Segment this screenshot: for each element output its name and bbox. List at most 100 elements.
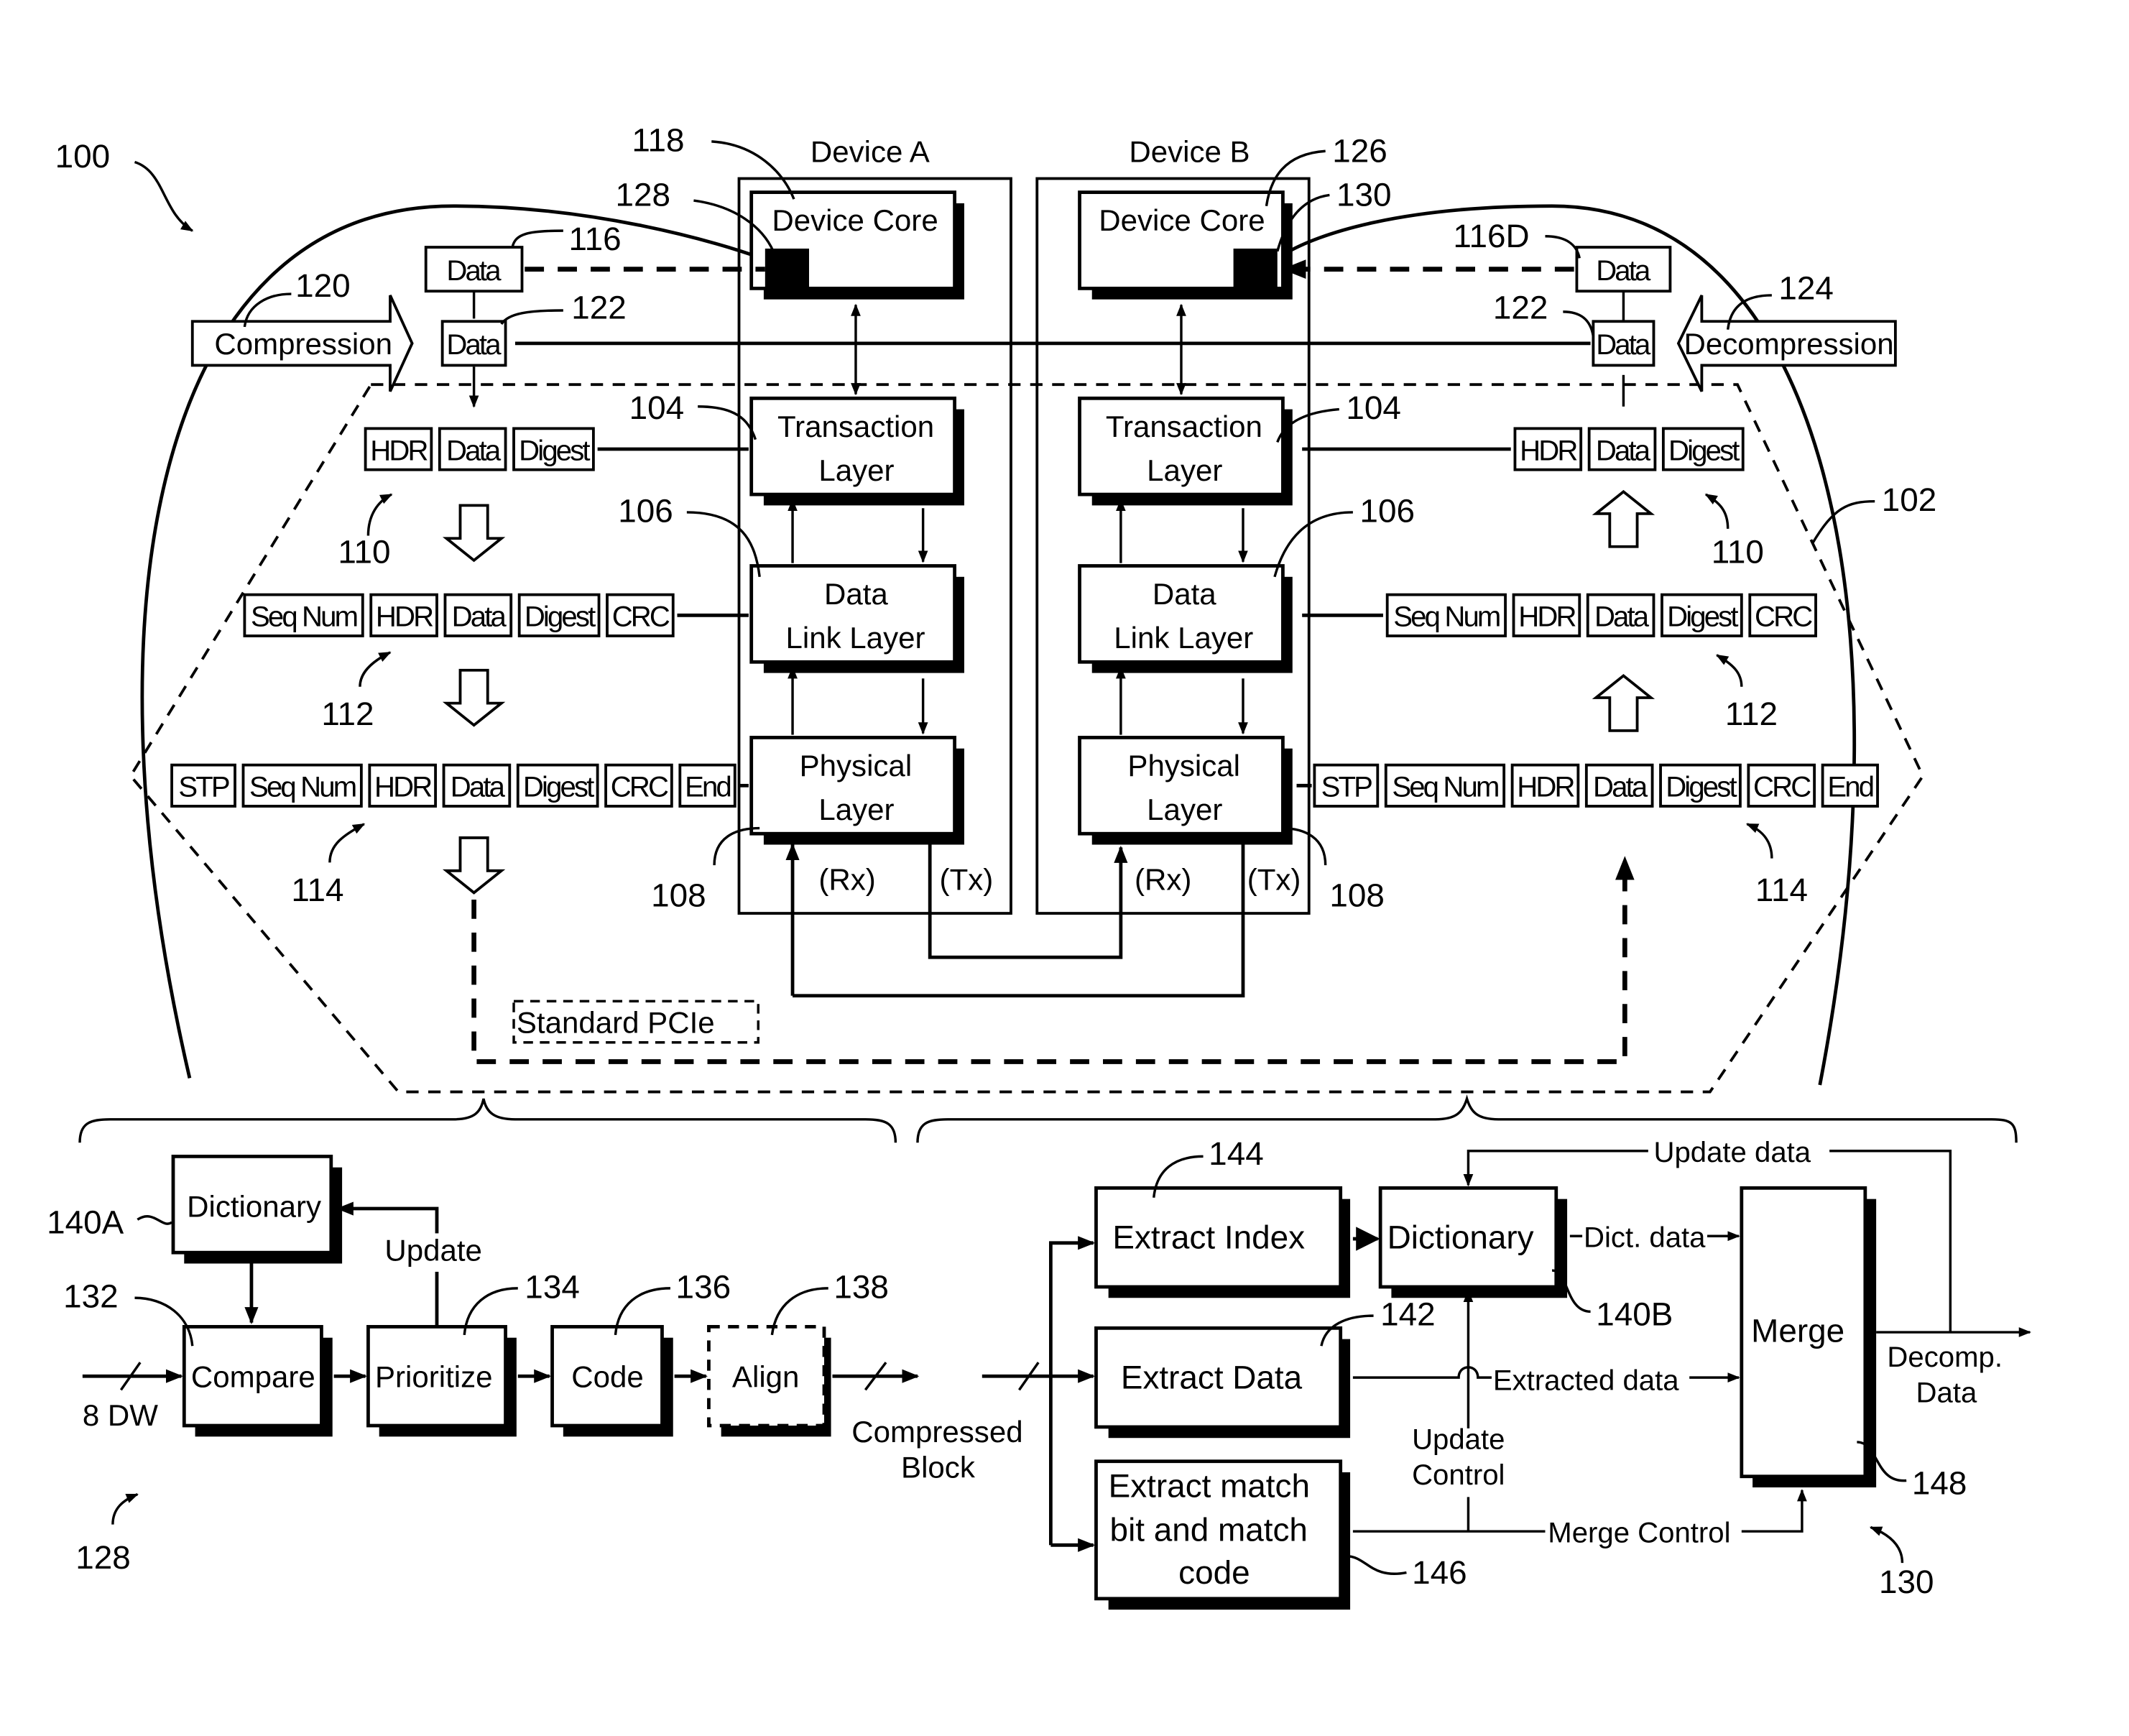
packet-field-hdr: HDR xyxy=(1512,593,1581,637)
ref-106-right: 106 xyxy=(1359,491,1415,529)
svg-text:HDR: HDR xyxy=(1518,601,1576,633)
svg-text:HDR: HDR xyxy=(376,601,433,633)
ref-112-left: 112 xyxy=(321,695,374,732)
ref-100: 100 xyxy=(55,137,111,175)
packet-field-digest: Digest xyxy=(516,763,599,808)
svg-text:Data: Data xyxy=(1594,601,1650,633)
device-core-b: Device Core xyxy=(1078,190,1293,300)
extract-match-block: Extract match bit and match code xyxy=(1094,1459,1351,1610)
svg-text:STP: STP xyxy=(1321,771,1372,803)
packet-field-crc: CRC xyxy=(1748,593,1817,637)
ref-122-right: 122 xyxy=(1493,288,1548,326)
ref-138: 138 xyxy=(833,1268,889,1305)
physical-layer-a: Physical Layer xyxy=(749,736,964,845)
ref-122-left: 122 xyxy=(571,288,627,326)
svg-text:Layer: Layer xyxy=(818,793,894,826)
packet-field-crc: CRC xyxy=(604,763,673,808)
svg-text:STP: STP xyxy=(178,771,229,803)
compressor-dictionary: Dictionary xyxy=(171,1155,343,1264)
packet-field-seq-num: Seq Num xyxy=(243,593,364,637)
prioritize-block: Prioritize xyxy=(366,1325,517,1437)
tx-label-b: (Tx) xyxy=(1247,863,1301,897)
ref-140a: 140A xyxy=(47,1203,124,1240)
transaction-layer-b: Transaction Layer xyxy=(1078,396,1293,506)
svg-text:HDR: HDR xyxy=(374,771,432,803)
svg-text:Dictionary: Dictionary xyxy=(187,1189,321,1223)
compressor-brace xyxy=(78,1098,897,1143)
svg-text:Standard PCIe: Standard PCIe xyxy=(517,1005,715,1039)
svg-text:code: code xyxy=(1178,1553,1250,1591)
ref-136: 136 xyxy=(676,1268,731,1305)
data-link-layer-b: Data Link Layer xyxy=(1078,564,1293,673)
svg-text:End: End xyxy=(685,771,730,803)
packet-field-data: Data xyxy=(443,593,513,637)
packet-field-hdr: HDR xyxy=(369,593,438,637)
update-data-label: Update data xyxy=(1653,1136,1811,1168)
packet-rows: HDR Data Digest HDR Data Digest Seq Num HDR Data… xyxy=(170,427,1879,808)
packet-field-hdr: HDR xyxy=(368,763,437,808)
ref-114-right: 114 xyxy=(1755,871,1808,908)
decompressor-dictionary: Dictionary xyxy=(1378,1186,1568,1298)
svg-text:Extract Data: Extract Data xyxy=(1121,1358,1303,1395)
svg-text:HDR: HDR xyxy=(1520,434,1577,466)
svg-text:Physical: Physical xyxy=(800,749,913,782)
svg-text:Data: Data xyxy=(446,328,502,361)
svg-text:Data: Data xyxy=(1596,434,1651,466)
svg-text:Data: Data xyxy=(446,434,502,466)
pcie-region-outline xyxy=(129,383,1925,1094)
pcie-compression-diagram: 100 102 Device A Device B Device Core De… xyxy=(47,121,2031,1610)
merge-control-label: Merge Control xyxy=(1548,1516,1730,1548)
packet-field-end: End xyxy=(1821,763,1879,808)
ref-134: 134 xyxy=(525,1268,580,1305)
rx-label-b: (Rx) xyxy=(1135,863,1191,897)
align-block: Align xyxy=(707,1325,831,1437)
packet-field-hdr: HDR xyxy=(1513,427,1583,471)
packet-field-digest: Digest xyxy=(512,427,595,471)
update-control-label-1: Update xyxy=(1412,1423,1505,1456)
ref-120: 120 xyxy=(295,267,351,304)
svg-text:Transaction: Transaction xyxy=(777,410,934,443)
packet-field-data: Data xyxy=(1587,427,1657,471)
svg-text:Extract match: Extract match xyxy=(1109,1467,1310,1504)
merge-block: Merge xyxy=(1740,1186,1877,1488)
svg-text:Transaction: Transaction xyxy=(1106,410,1262,443)
svg-text:Seq Num: Seq Num xyxy=(251,601,357,633)
svg-text:Digest: Digest xyxy=(525,601,596,633)
svg-text:Link Layer: Link Layer xyxy=(785,621,925,655)
svg-text:Data: Data xyxy=(1593,771,1648,803)
svg-text:CRC: CRC xyxy=(1753,771,1811,803)
decomp-data-label-2: Data xyxy=(1916,1377,1977,1409)
ref-124: 124 xyxy=(1778,269,1834,307)
packet-field-data: Data xyxy=(1584,763,1654,808)
extract-index-block: Extract Index xyxy=(1094,1186,1351,1298)
svg-text:Device Core: Device Core xyxy=(1099,203,1265,237)
svg-text:Digest: Digest xyxy=(523,771,594,803)
svg-text:End: End xyxy=(1827,771,1872,803)
compare-block: Compare xyxy=(182,1325,333,1437)
svg-text:Dictionary: Dictionary xyxy=(1387,1218,1534,1255)
ref-140b: 140B xyxy=(1596,1295,1673,1332)
packet-field-seq-num: Seq Num xyxy=(241,763,363,808)
ref-142: 142 xyxy=(1380,1295,1436,1332)
ref-108-left: 108 xyxy=(651,877,706,914)
svg-text:Seq Num: Seq Num xyxy=(1392,771,1498,803)
ref-112-right: 112 xyxy=(1725,695,1778,732)
packet-field-digest: Digest xyxy=(1659,763,1742,808)
svg-text:Extract Index: Extract Index xyxy=(1112,1218,1305,1255)
ref-116: 116 xyxy=(568,220,621,257)
ref-144: 144 xyxy=(1209,1135,1264,1172)
ref-128-top: 128 xyxy=(615,176,670,213)
packet-field-digest: Digest xyxy=(517,593,601,637)
device-a-title: Device A xyxy=(811,135,930,169)
svg-text:Data: Data xyxy=(446,254,502,287)
svg-text:HDR: HDR xyxy=(370,434,428,466)
ref-104-left: 104 xyxy=(629,389,685,426)
decomp-data-label-1: Decomp. xyxy=(1887,1341,2003,1373)
extracted-data-label: Extracted data xyxy=(1493,1364,1679,1396)
packet-field-hdr: HDR xyxy=(1510,763,1580,808)
svg-text:Merge: Merge xyxy=(1751,1311,1844,1349)
svg-text:Physical: Physical xyxy=(1127,749,1240,782)
svg-text:Layer: Layer xyxy=(1147,793,1222,826)
packet-field-stp: STP xyxy=(1313,763,1380,808)
data-link-layer-a: Data Link Layer xyxy=(749,564,964,673)
